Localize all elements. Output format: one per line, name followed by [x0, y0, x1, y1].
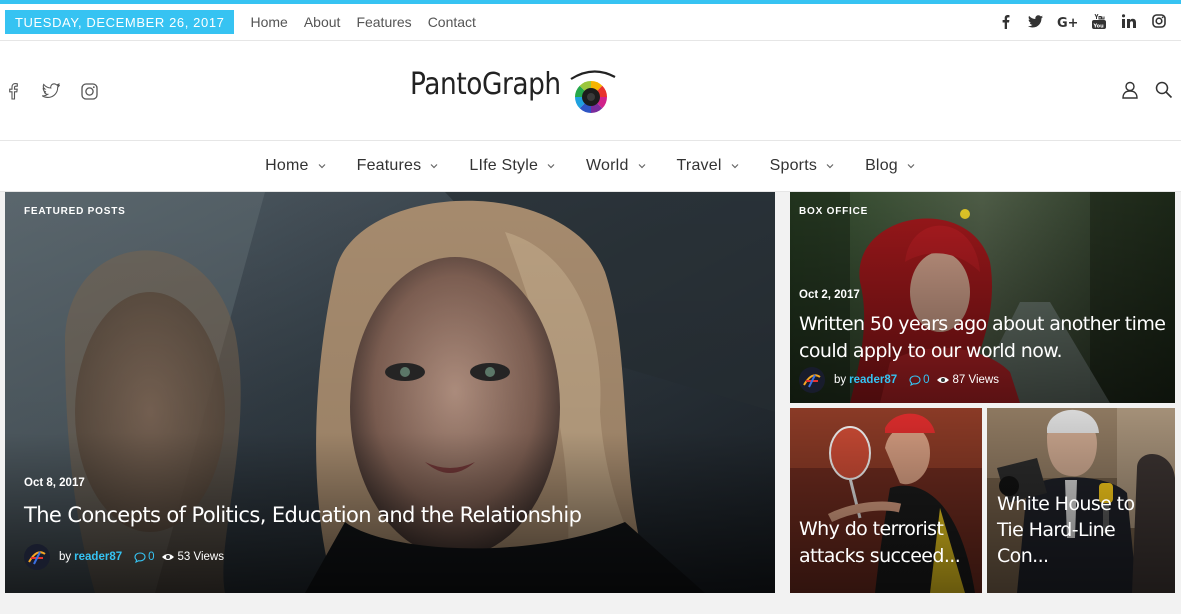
- chevron-down-icon: [638, 164, 645, 169]
- comment-icon: [134, 551, 146, 563]
- author-link[interactable]: reader87: [849, 374, 897, 386]
- twitter-icon[interactable]: [1027, 13, 1043, 29]
- facebook-icon[interactable]: [997, 13, 1013, 29]
- top-link-features[interactable]: Features: [356, 14, 411, 30]
- site-header: PantoGraph: [0, 41, 1181, 141]
- nav-item-travel[interactable]: Travel: [677, 157, 740, 175]
- instagram-icon[interactable]: [80, 81, 98, 101]
- site-logo[interactable]: PantoGraph: [410, 67, 616, 113]
- views-count: 87 Views: [936, 374, 999, 386]
- author-prefix: by: [59, 551, 72, 563]
- main-nav: Home Features LIfe Style World Travel Sp…: [0, 141, 1181, 192]
- nav-item-home[interactable]: Home: [265, 157, 326, 175]
- google-plus-icon[interactable]: G+: [1057, 13, 1077, 29]
- post-title[interactable]: White House to Tie Hard-Line Con...: [997, 491, 1135, 569]
- author-prefix: by: [834, 374, 847, 386]
- chevron-down-icon: [731, 164, 739, 169]
- nav-item-lifestyle[interactable]: LIfe Style: [469, 157, 556, 175]
- views-count: 53 Views: [161, 551, 224, 563]
- post-title[interactable]: The Concepts of Politics, Education and …: [24, 503, 582, 527]
- chevron-down-icon: [318, 164, 326, 169]
- tennis-post-card[interactable]: Why do terrorist attacks succeed...: [790, 408, 982, 593]
- post-title[interactable]: Why do terrorist attacks succeed...: [799, 516, 961, 570]
- author-avatar[interactable]: [24, 544, 50, 570]
- category-tag[interactable]: BOX OFFICE: [799, 206, 868, 217]
- featured-grid: FEATURED POSTS Oct 8, 2017 The Concepts …: [0, 192, 1181, 613]
- linkedin-icon[interactable]: [1121, 13, 1137, 29]
- post-date: Oct 8, 2017: [24, 477, 85, 489]
- nav-item-sports[interactable]: Sports: [770, 157, 835, 175]
- user-icon[interactable]: [1121, 81, 1141, 101]
- header-social-icons: [4, 81, 98, 101]
- featured-post-card[interactable]: FEATURED POSTS Oct 8, 2017 The Concepts …: [5, 192, 775, 593]
- facebook-icon[interactable]: [4, 81, 22, 101]
- nav-item-features[interactable]: Features: [357, 157, 440, 175]
- top-link-contact[interactable]: Contact: [428, 14, 476, 30]
- instagram-icon[interactable]: [1151, 13, 1167, 29]
- post-date: Oct 2, 2017: [799, 289, 860, 301]
- post-meta: by reader87 0 87 Views: [799, 367, 999, 393]
- eye-icon: [936, 377, 949, 383]
- eye-icon: [161, 554, 174, 560]
- search-icon[interactable]: [1155, 81, 1175, 101]
- featured-post-image: [5, 192, 775, 593]
- nav-item-blog[interactable]: Blog: [865, 157, 916, 175]
- svg-text:You: You: [1093, 23, 1105, 29]
- chevron-down-icon: [430, 164, 438, 169]
- category-tag[interactable]: FEATURED POSTS: [24, 206, 126, 217]
- top-link-home[interactable]: Home: [250, 14, 287, 30]
- top-social-icons: G+ You: [997, 13, 1167, 29]
- comments-count[interactable]: 0: [134, 551, 155, 563]
- svg-text:G+: G+: [1057, 16, 1077, 28]
- chevron-down-icon: [826, 164, 834, 169]
- white-house-post-card[interactable]: White House to Tie Hard-Line Con...: [987, 408, 1175, 593]
- comments-count[interactable]: 0: [909, 374, 930, 386]
- youtube-icon[interactable]: You: [1091, 13, 1107, 29]
- twitter-icon[interactable]: [42, 81, 60, 101]
- logo-text: PantoGraph: [410, 67, 561, 102]
- date-badge: TUESDAY, DECEMBER 26, 2017: [5, 10, 235, 34]
- top-links: Home About Features Contact: [242, 14, 483, 30]
- comment-icon: [909, 374, 921, 386]
- chevron-down-icon: [547, 164, 555, 169]
- nav-item-world[interactable]: World: [586, 157, 647, 175]
- top-bar: TUESDAY, DECEMBER 26, 2017 Home About Fe…: [0, 4, 1181, 41]
- post-title[interactable]: Written 50 years ago about another time …: [799, 311, 1166, 365]
- top-link-about[interactable]: About: [304, 14, 341, 30]
- chevron-down-icon: [907, 164, 915, 169]
- author-avatar[interactable]: [799, 367, 825, 393]
- aperture-logo-icon: [570, 70, 616, 113]
- post-meta: by reader87 0 53 Views: [24, 544, 224, 570]
- author-link[interactable]: reader87: [74, 551, 122, 563]
- box-office-post-card[interactable]: BOX OFFICE Oct 2, 2017 Written 50 years …: [790, 192, 1175, 403]
